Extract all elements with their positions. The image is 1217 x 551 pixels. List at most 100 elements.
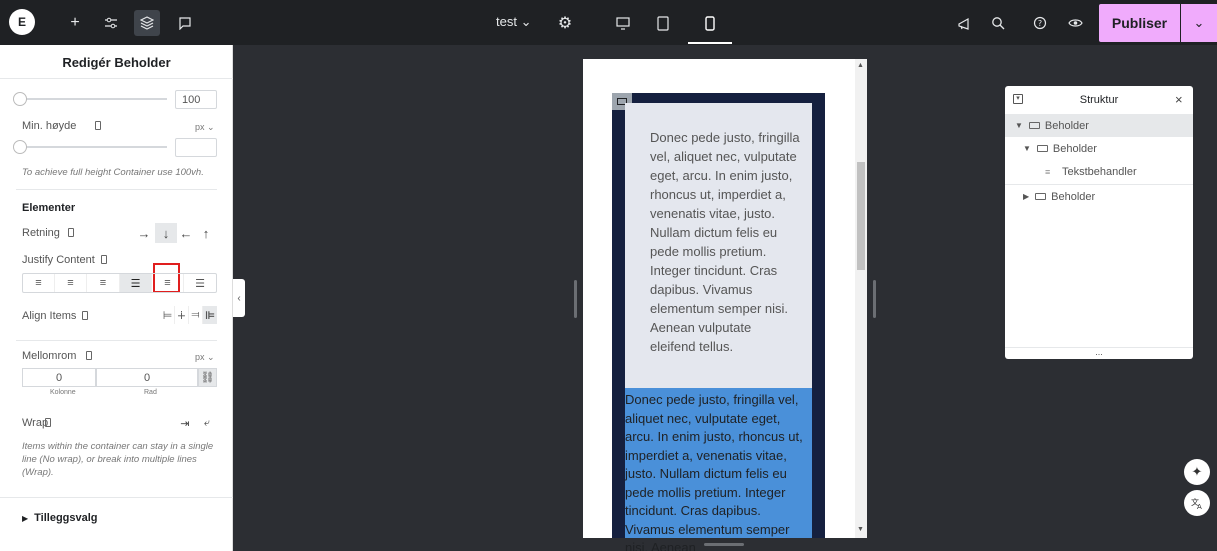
- svg-text:A: A: [1197, 503, 1202, 510]
- justify-content-group: ≡ ≡ ≡ ☰ ≡ ☰: [22, 273, 217, 293]
- structure-item-label: Beholder: [1052, 142, 1097, 155]
- justify-space-evenly-icon[interactable]: ☰: [184, 274, 216, 292]
- resize-handle-right[interactable]: [873, 280, 876, 318]
- responsive-device-icon[interactable]: [68, 228, 74, 237]
- align-center-icon[interactable]: ∔: [175, 306, 189, 324]
- no-wrap-button[interactable]: ⇥: [174, 413, 196, 433]
- link-values-icon[interactable]: ⛓: [198, 368, 217, 387]
- divider: [0, 78, 233, 79]
- align-stretch-icon[interactable]: ⊫: [203, 306, 217, 324]
- mobile-view-icon[interactable]: [697, 10, 723, 36]
- chevron-down-icon: ⌄: [520, 14, 532, 29]
- resize-handle-bottom[interactable]: [704, 543, 744, 546]
- min-height-label: Min. høyde: [22, 120, 77, 132]
- align-start-icon[interactable]: ⊨: [161, 306, 175, 324]
- structure-icon[interactable]: [134, 10, 160, 36]
- direction-row-button[interactable]: →: [133, 223, 155, 243]
- caret-right-icon[interactable]: ▶: [1023, 192, 1029, 201]
- publish-button[interactable]: Publiser: [1099, 4, 1180, 42]
- top-bar: E + test ⌄ ⚙ ? Publiser ⌄: [0, 0, 1217, 45]
- structure-item-container[interactable]: ▼ Beholder: [1005, 114, 1193, 137]
- justify-space-between-icon[interactable]: ☰: [120, 274, 152, 292]
- caret-down-icon[interactable]: ▼: [1015, 121, 1023, 130]
- gap-unit-select[interactable]: px ⌄: [195, 352, 215, 363]
- gap-row-input[interactable]: 0: [96, 368, 198, 387]
- align-end-icon[interactable]: ⫤: [189, 306, 203, 324]
- gap-row-caption: Rad: [144, 389, 157, 396]
- direction-label: Retning: [22, 227, 60, 239]
- min-height-unit-select[interactable]: px ⌄: [195, 122, 215, 133]
- search-icon[interactable]: [985, 10, 1011, 36]
- whats-new-icon[interactable]: [951, 10, 977, 36]
- align-items-label: Align Items: [22, 310, 77, 322]
- preview-eye-icon[interactable]: [1062, 10, 1088, 36]
- elements-section-heading: Elementer: [22, 202, 76, 214]
- structure-item-label: Beholder: [1044, 119, 1089, 132]
- structure-item-container[interactable]: ▶ Beholder: [1005, 185, 1193, 208]
- divider: [16, 189, 217, 190]
- collapse-panel-chevron-icon[interactable]: ‹: [233, 279, 245, 317]
- additional-options-toggle[interactable]: ▶ Tilleggsvalg: [22, 512, 98, 524]
- inner-text-block[interactable]: Donec pede justo, fringilla vel, aliquet…: [650, 128, 800, 356]
- min-height-slider-track[interactable]: [16, 146, 167, 148]
- ai-sparkle-icon[interactable]: ✦: [1184, 459, 1210, 485]
- responsive-device-icon[interactable]: [82, 311, 88, 320]
- comments-icon[interactable]: [172, 10, 198, 36]
- scrollbar-thumb[interactable]: [857, 162, 865, 270]
- width-slider-track[interactable]: [16, 98, 167, 100]
- justify-space-around-icon[interactable]: ≡: [152, 274, 184, 292]
- width-input[interactable]: 100: [175, 90, 217, 109]
- gap-column-input[interactable]: 0: [22, 368, 96, 387]
- wrap-note: Items within the container can stay in a…: [22, 441, 214, 478]
- gap-label: Mellomrom: [22, 350, 77, 362]
- responsive-device-icon[interactable]: [101, 255, 107, 264]
- panel-title: Redigér Beholder: [62, 55, 171, 70]
- tablet-view-icon[interactable]: [650, 10, 676, 36]
- publish-options-chevron-icon[interactable]: ⌄: [1181, 4, 1217, 42]
- scroll-down-icon[interactable]: ▼: [857, 526, 864, 533]
- desktop-view-icon[interactable]: [610, 10, 636, 36]
- active-device-indicator: [688, 42, 732, 44]
- preview-scrollbar[interactable]: ▲ ▼: [855, 59, 867, 538]
- structure-resize-handle[interactable]: ...: [1005, 347, 1193, 359]
- justify-start-icon[interactable]: ≡: [23, 274, 55, 292]
- structure-title: Struktur: [1079, 94, 1119, 106]
- responsive-device-icon[interactable]: [45, 418, 51, 427]
- page-settings-icon[interactable]: ⚙: [552, 10, 578, 36]
- justify-center-icon[interactable]: ≡: [55, 274, 87, 292]
- translate-icon[interactable]: 文A: [1184, 490, 1210, 516]
- min-height-slider-knob[interactable]: [13, 140, 27, 154]
- document-name-label: test: [496, 14, 517, 29]
- additional-options-label: Tilleggsvalg: [34, 512, 98, 524]
- help-icon[interactable]: ?: [1027, 10, 1053, 36]
- structure-item-label: Beholder: [1051, 190, 1096, 203]
- structure-panel: ▾ Struktur × ▼ Beholder ▼ Beholder ≡ Tek…: [1005, 86, 1193, 359]
- align-items-group: ⊨ ∔ ⫤ ⊫: [161, 306, 217, 324]
- resize-handle-left[interactable]: [574, 280, 577, 318]
- responsive-device-icon[interactable]: [86, 351, 92, 360]
- scroll-up-icon[interactable]: ▲: [857, 62, 864, 69]
- direction-column-reverse-button[interactable]: ↑: [195, 223, 217, 243]
- caret-down-icon[interactable]: ▼: [1023, 144, 1031, 153]
- justify-end-icon[interactable]: ≡: [87, 274, 120, 292]
- divider: [0, 497, 233, 498]
- site-settings-icon[interactable]: [98, 10, 124, 36]
- svg-text:?: ?: [1038, 19, 1042, 28]
- close-icon[interactable]: ×: [1175, 92, 1183, 107]
- justify-content-label: Justify Content: [22, 254, 95, 266]
- direction-column-button[interactable]: ↓: [155, 223, 177, 243]
- selected-text-block[interactable]: Donec pede justo, fringilla vel, aliquet…: [625, 391, 812, 551]
- wrap-button[interactable]: ⤶: [196, 413, 218, 433]
- container-icon: [1035, 193, 1047, 200]
- document-name[interactable]: test ⌄: [496, 14, 532, 30]
- container-icon: [1036, 145, 1048, 152]
- responsive-device-icon[interactable]: [95, 121, 101, 130]
- add-element-icon[interactable]: +: [62, 10, 88, 36]
- direction-row-reverse-button[interactable]: ←: [175, 223, 197, 243]
- structure-item-container[interactable]: ▼ Beholder: [1005, 137, 1193, 160]
- structure-item-text-editor[interactable]: ≡ Tekstbehandler: [1005, 160, 1193, 183]
- min-height-input[interactable]: [175, 138, 217, 157]
- elementor-logo-icon[interactable]: E: [9, 9, 35, 35]
- width-slider-knob[interactable]: [13, 92, 27, 106]
- structure-item-label: Tekstbehandler: [1062, 165, 1137, 178]
